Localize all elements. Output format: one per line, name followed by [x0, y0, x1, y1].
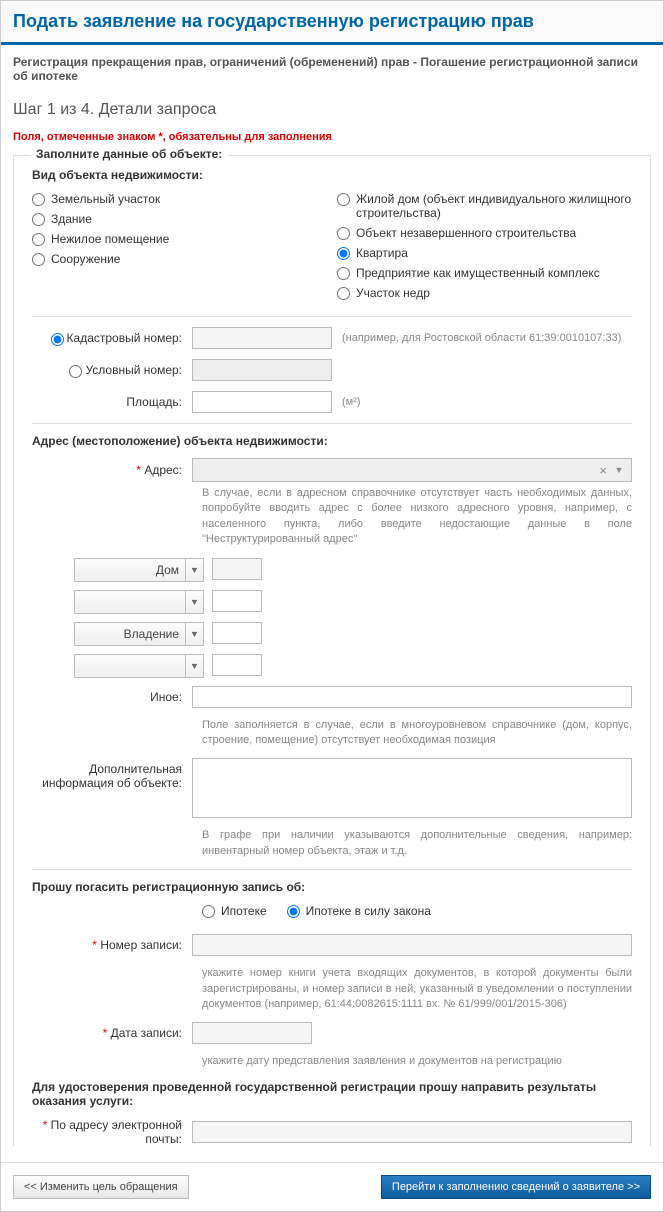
property-type-radio[interactable] — [337, 193, 350, 206]
property-type-radio[interactable] — [32, 213, 45, 226]
property-type-radio[interactable] — [337, 287, 350, 300]
area-label: Площадь: — [32, 395, 192, 409]
record-date-hint: укажите дату представления заявления и д… — [202, 1054, 632, 1069]
area-input[interactable] — [192, 391, 332, 413]
property-type-option: Участок недр — [356, 286, 430, 300]
property-type-option: Нежилое помещение — [51, 232, 169, 246]
cadastral-hint: (например, для Ростовской области 61:39:… — [342, 332, 621, 344]
address-hint: В случае, если в адресном справочнике от… — [202, 486, 632, 548]
other-label: Иное: — [32, 690, 192, 704]
address-label: Адрес: — [144, 463, 182, 477]
chevron-down-icon[interactable]: ▼ — [186, 558, 204, 582]
record-date-input[interactable] — [192, 1022, 312, 1044]
other-input[interactable] — [192, 686, 632, 708]
chevron-down-icon[interactable]: ▼ — [186, 622, 204, 646]
page-title: Подать заявление на государственную реги… — [13, 11, 651, 32]
page-header: Подать заявление на государственную реги… — [1, 1, 663, 45]
property-type-radio[interactable] — [337, 247, 350, 260]
extra-info-hint: В графе при наличии указываются дополнит… — [202, 828, 632, 859]
record-number-hint: укажите номер книги учета входящих докум… — [202, 966, 632, 1012]
address-clear-icon[interactable]: × — [599, 463, 607, 478]
address-combobox[interactable]: × ▼ — [192, 458, 632, 482]
chevron-down-icon[interactable]: ▼ — [611, 465, 627, 475]
building-part-input-2[interactable] — [212, 590, 262, 612]
record-number-input[interactable] — [192, 934, 632, 956]
conditional-number-label: Условный номер: — [85, 363, 182, 377]
step-title: Шаг 1 из 4. Детали запроса — [1, 93, 663, 127]
area-unit: (м²) — [342, 396, 361, 408]
property-type-option: Жилой дом (объект индивидуального жилищн… — [356, 192, 632, 220]
delivery-heading: Для удостоверения проведенной государств… — [32, 1080, 632, 1108]
section-legend: Заполните данные об объекте: — [30, 147, 228, 161]
cadastral-number-input[interactable] — [192, 327, 332, 349]
email-label: По адресу электронной почты: — [51, 1118, 182, 1146]
record-date-label: Дата записи: — [111, 1026, 182, 1040]
mortgage-by-law-radio[interactable] — [287, 905, 300, 918]
cadastral-number-label: Кадастровый номер: — [67, 331, 182, 345]
property-type-option: Объект незавершенного строительства — [356, 226, 576, 240]
record-heading: Прошу погасить регистрационную запись об… — [32, 880, 632, 894]
mortgage-label: Ипотеке — [221, 904, 267, 918]
conditional-number-input — [192, 359, 332, 381]
property-type-radio[interactable] — [337, 267, 350, 280]
email-input[interactable] — [192, 1121, 632, 1143]
record-number-label: Номер записи: — [100, 938, 182, 952]
object-details-section: Заполните данные об объекте: Вид объекта… — [13, 155, 651, 1146]
house-number-input[interactable] — [212, 558, 262, 580]
property-type-option: Предприятие как имущественный комплекс — [356, 266, 600, 280]
property-type-option: Земельный участок — [51, 192, 160, 206]
mortgage-by-law-label: Ипотеке в силу закона — [306, 904, 431, 918]
building-part-input-4[interactable] — [212, 654, 262, 676]
extra-info-textarea[interactable] — [192, 758, 632, 818]
property-type-radio[interactable] — [32, 233, 45, 246]
cadastral-number-radio[interactable] — [51, 333, 64, 346]
conditional-number-radio[interactable] — [69, 365, 82, 378]
property-type-option: Здание — [51, 212, 92, 226]
extra-info-label: Дополнительная информация об объекте: — [32, 758, 192, 790]
other-hint: Поле заполняется в случае, если в многоу… — [202, 718, 632, 749]
building-part-select-2[interactable] — [74, 590, 186, 614]
chevron-down-icon[interactable]: ▼ — [186, 654, 204, 678]
change-purpose-button[interactable]: << Изменить цель обращения — [13, 1175, 189, 1199]
ownership-select[interactable]: Владение — [74, 622, 186, 646]
property-type-radio[interactable] — [32, 253, 45, 266]
property-type-radio[interactable] — [337, 227, 350, 240]
property-type-option: Квартира — [356, 246, 408, 260]
mortgage-radio[interactable] — [202, 905, 215, 918]
chevron-down-icon[interactable]: ▼ — [186, 590, 204, 614]
next-step-button[interactable]: Перейти к заполнению сведений о заявител… — [381, 1175, 651, 1199]
address-heading: Адрес (местоположение) объекта недвижимо… — [32, 434, 632, 448]
building-part-select-4[interactable] — [74, 654, 186, 678]
house-type-select[interactable]: Дом — [74, 558, 186, 582]
page-subheader: Регистрация прекращения прав, ограничени… — [1, 45, 663, 93]
required-fields-note: Поля, отмеченные знаком *, обязательны д… — [1, 127, 663, 147]
property-type-option: Сооружение — [51, 252, 120, 266]
property-type-label: Вид объекта недвижимости: — [32, 168, 632, 182]
footer-actions: << Изменить цель обращения Перейти к зап… — [1, 1162, 663, 1211]
property-type-radio[interactable] — [32, 193, 45, 206]
ownership-input[interactable] — [212, 622, 262, 644]
